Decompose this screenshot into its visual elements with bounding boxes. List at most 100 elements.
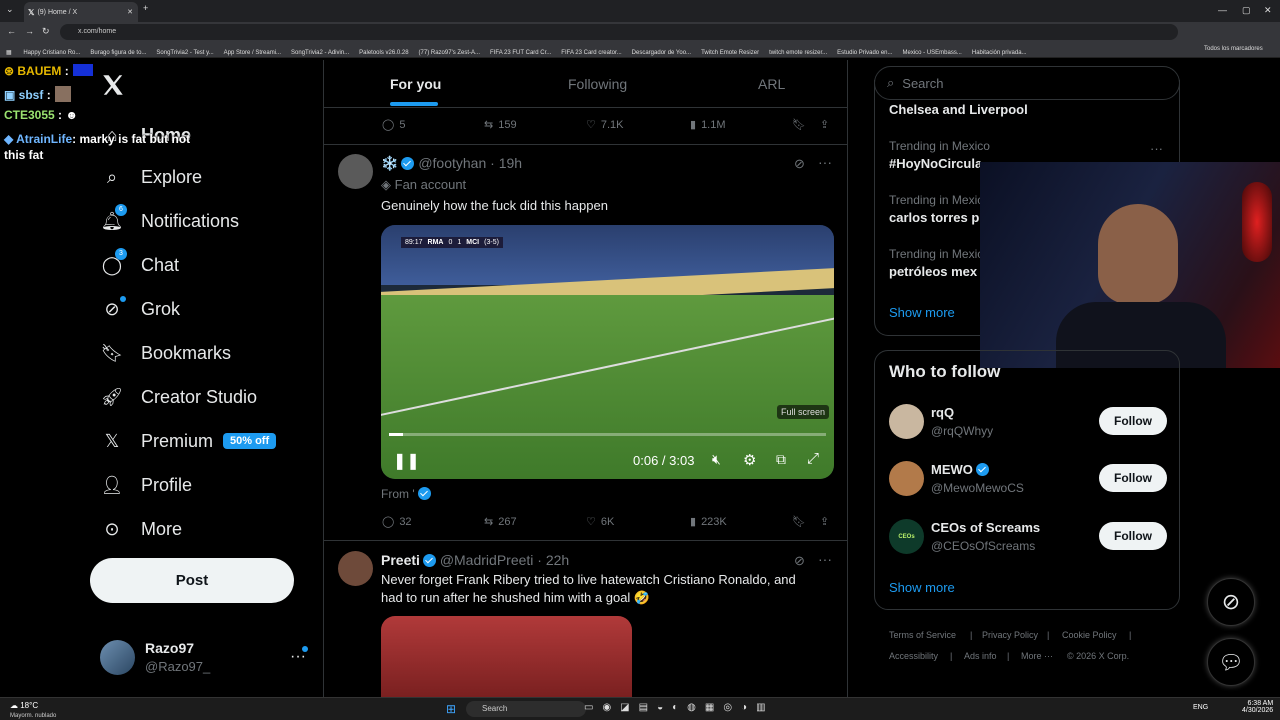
trend-more-icon[interactable]: ··· [1150, 141, 1163, 156]
bookmark-item[interactable]: App Store / Streami... [224, 50, 281, 56]
back-icon[interactable]: ← [7, 26, 16, 36]
nav-item-explore[interactable]: ⌕ Explore [100, 162, 202, 192]
follow-button[interactable]: Follow [1099, 522, 1167, 550]
tab-arl[interactable]: ARL [758, 76, 785, 92]
grok-post-icon[interactable]: ⊘ [794, 553, 805, 569]
views-button[interactable]: ▮ 1.1M [690, 118, 726, 132]
bookmark-item[interactable]: Habitación privada... [972, 50, 1027, 56]
like-button[interactable]: ♡ 7.1K [586, 118, 624, 132]
video-progress-track[interactable] [389, 433, 826, 436]
avatar[interactable] [100, 640, 135, 675]
grok-floating-icon[interactable]: ⊘ [1207, 578, 1255, 626]
bookmark-post-icon[interactable]: 🔖︎ [792, 515, 806, 528]
forward-icon[interactable]: → [25, 26, 34, 36]
show-more-trends-link[interactable]: Show more [889, 305, 955, 320]
repost-button[interactable]: ⇆ 159 [484, 118, 517, 132]
from-label[interactable]: From ' [381, 487, 415, 501]
maximize-icon[interactable]: ▢ [1242, 5, 1251, 16]
post-author-avatar[interactable] [338, 551, 373, 586]
grok-post-icon[interactable]: ⊘ [794, 156, 805, 172]
nav-item-bookmarks[interactable]: 🔖︎ Bookmarks [100, 338, 231, 368]
post-more-icon[interactable]: ··· [818, 551, 832, 567]
bookmark-item[interactable]: (77) Razo97's Zest-A... [419, 50, 481, 56]
settings-gear-icon[interactable]: ⚙ [743, 451, 756, 469]
nav-item-chat[interactable]: ◯ Chat [100, 250, 179, 280]
show-more-follow-link[interactable]: Show more [889, 580, 955, 595]
post-more-icon[interactable]: ··· [818, 154, 832, 170]
minimize-icon[interactable]: — [1218, 5, 1227, 15]
language-indicator[interactable]: ENG [1193, 704, 1208, 711]
author-name[interactable]: Preeti [381, 552, 420, 568]
pause-icon[interactable]: ❚❚ [393, 451, 420, 471]
taskbar-apps[interactable]: ▭◉◪▤◒◐◍▦◎◑▥ [584, 702, 775, 713]
mute-icon[interactable]: 🔇︎ [712, 451, 721, 468]
bookmark-item[interactable]: SongTrivia2 - Adivin... [291, 50, 349, 56]
post-time[interactable]: 22h [546, 552, 569, 568]
author-handle[interactable]: @footyhan [418, 155, 486, 171]
follow-button[interactable]: Follow [1099, 464, 1167, 492]
like-button[interactable]: ♡ 6K [586, 515, 614, 529]
views-button[interactable]: ▮ 223K [690, 515, 727, 529]
post-button[interactable]: Post [90, 558, 294, 603]
messages-floating-icon[interactable]: 💬︎ [1207, 638, 1255, 686]
reload-icon[interactable]: ↻ [42, 26, 50, 37]
repost-button[interactable]: ⇆ 267 [484, 515, 517, 529]
bookmark-item[interactable]: twitch emote resizer... [769, 50, 827, 56]
bookmark-item[interactable]: Mexico - USEmbass... [903, 50, 962, 56]
bookmark-item[interactable]: Estudio Privado en... [837, 50, 892, 56]
post-image[interactable] [381, 616, 632, 697]
tab-following[interactable]: Following [568, 76, 627, 92]
share-icon[interactable]: ⇪ [820, 515, 829, 528]
suggested-avatar[interactable] [889, 404, 924, 439]
bookmark-item[interactable]: Paletools v26.0.28 [359, 50, 408, 56]
address-bar[interactable]: x.com/home [60, 24, 1178, 40]
clock[interactable]: 6:38 AM 4/30/2026 [1242, 700, 1273, 714]
trend-name[interactable]: Chelsea and Liverpool [889, 102, 1028, 117]
taskbar-search[interactable]: Search [466, 701, 586, 717]
bookmark-item[interactable]: Burago figura de to... [90, 50, 146, 56]
picture-in-picture-icon[interactable]: ⧉ [776, 451, 786, 468]
tab-for-you[interactable]: For you [390, 76, 441, 92]
fullscreen-icon[interactable]: ⤢ [807, 450, 819, 467]
trend-name[interactable]: carlos torres p [889, 210, 979, 225]
footer-link[interactable]: Cookie Policy [1062, 630, 1117, 640]
windows-start-icon[interactable]: ⊞ [446, 702, 456, 716]
trend-name[interactable]: #HoyNoCircula [889, 156, 982, 171]
bookmark-item[interactable]: SongTrivia2 - Test y... [156, 50, 213, 56]
bookmark-item[interactable]: Twitch Emote Resizer [701, 50, 759, 56]
nav-item-grok[interactable]: ⊘ Grok [100, 294, 180, 324]
bookmark-item[interactable]: FIFA 23 FUT Card Cr... [490, 50, 551, 56]
tab-search-icon[interactable]: ⌄ [6, 4, 14, 15]
follow-button[interactable]: Follow [1099, 407, 1167, 435]
suggested-avatar[interactable]: CEOs [889, 519, 924, 554]
author-handle[interactable]: @MadridPreeti [440, 552, 534, 568]
reply-button[interactable]: ◯ 32 [382, 515, 412, 529]
suggested-name[interactable]: CEOs of Screams [931, 520, 1040, 535]
bookmark-item[interactable]: Happy Cristiano Ro... [23, 50, 80, 56]
nav-item-premium[interactable]: 𝕏 Premium 50% off [100, 426, 277, 456]
nav-item-profile[interactable]: 👤︎ Profile [100, 470, 192, 500]
reply-button[interactable]: ◯ 5 [382, 118, 405, 132]
share-icon[interactable]: ⇪ [820, 118, 829, 131]
suggested-name[interactable]: rqQ [931, 405, 954, 420]
x-logo-icon[interactable] [100, 72, 126, 103]
post-time[interactable]: 19h [499, 155, 522, 171]
close-tab-icon[interactable]: ✕ [127, 8, 133, 16]
footer-link[interactable]: More ··· [1021, 651, 1053, 661]
bookmark-item[interactable]: FIFA 23 Card creator... [561, 50, 621, 56]
apps-icon[interactable]: ▦ [6, 49, 12, 56]
nav-item-creator-studio[interactable]: 🚀︎ Creator Studio [100, 382, 258, 412]
footer-link[interactable]: Privacy Policy [982, 630, 1038, 640]
post-author-avatar[interactable] [338, 154, 373, 189]
browser-tab[interactable]: 𝕏 (9) Home / X ✕ [24, 2, 138, 22]
video-player[interactable]: 89:17 RMA 0 1 MCI (3-5) Full screen ❚❚ 0… [381, 225, 834, 479]
footer-link[interactable]: Terms of Service [889, 630, 956, 640]
footer-link[interactable]: Accessibility [889, 651, 938, 661]
bookmark-post-icon[interactable]: 🔖︎ [792, 118, 806, 131]
trend-name[interactable]: petróleos mex [889, 264, 977, 279]
suggested-avatar[interactable] [889, 461, 924, 496]
all-bookmarks[interactable]: Todos los marcadores [1204, 46, 1263, 52]
footer-link[interactable]: Ads info [964, 651, 997, 661]
close-window-icon[interactable]: ✕ [1264, 5, 1272, 16]
suggested-name-row[interactable]: MEWO [931, 462, 989, 477]
